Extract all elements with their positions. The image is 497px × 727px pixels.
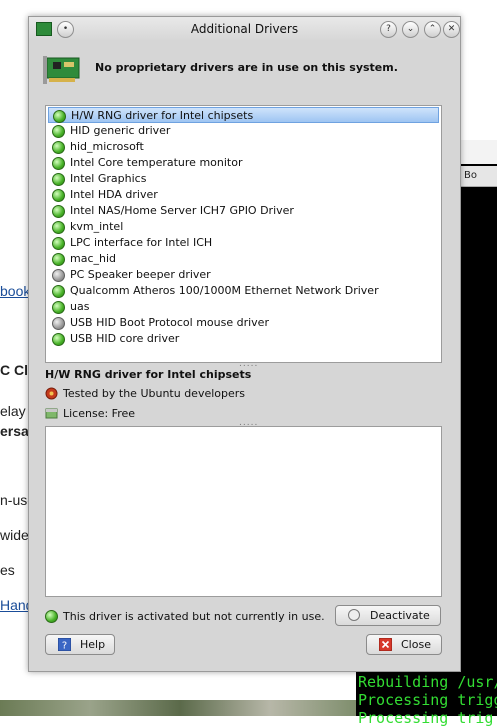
driver-status: This driver is activated but not current…: [45, 608, 345, 624]
help-question-icon[interactable]: ?: [380, 21, 397, 38]
help-label: Help: [80, 638, 106, 651]
driver-label: LPC interface for Intel ICH: [70, 236, 213, 249]
driver-row[interactable]: PC Speaker beeper driver: [48, 267, 439, 283]
driver-label: Intel NAS/Home Server ICH7 GPIO Driver: [70, 204, 294, 217]
driver-active-led-icon: [52, 285, 65, 298]
close-icon[interactable]: ✕: [443, 21, 460, 38]
background-text: wide: [0, 527, 29, 543]
status-led-icon: [45, 610, 58, 623]
driver-active-led-icon: [52, 237, 65, 250]
driver-inactive-led-icon: [52, 317, 65, 330]
driver-label: Intel HDA driver: [70, 188, 158, 201]
background-link[interactable]: book: [0, 283, 30, 299]
close-x-icon: [379, 638, 392, 651]
deactivate-label: Deactivate: [370, 609, 430, 622]
driver-label: USB HID core driver: [70, 332, 180, 345]
minimize-icon[interactable]: ⌄: [402, 21, 419, 38]
driver-active-led-icon: [53, 110, 66, 123]
driver-label: USB HID Boot Protocol mouse driver: [70, 316, 269, 329]
tested-text: Tested by the Ubuntu developers: [63, 387, 246, 400]
ubuntu-tested-icon: [45, 387, 58, 400]
driver-label: Intel Graphics: [70, 172, 147, 185]
maximize-icon[interactable]: ⌃: [424, 21, 441, 38]
driver-row[interactable]: uas: [48, 299, 439, 315]
additional-drivers-dialog: • Additional Drivers ? ⌄ ⌃ ✕ No propriet…: [28, 16, 461, 672]
driver-active-led-icon: [52, 157, 65, 170]
radio-circle-icon: [348, 609, 360, 621]
driver-active-led-icon: [52, 125, 65, 138]
detail-title: H/W RNG driver for Intel chipsets: [45, 368, 252, 381]
driver-row[interactable]: HID generic driver: [48, 123, 439, 139]
deactivate-button[interactable]: Deactivate: [335, 605, 441, 626]
driver-description: [45, 426, 442, 597]
driver-label: hid_microsoft: [70, 140, 144, 153]
driver-row[interactable]: Intel NAS/Home Server ICH7 GPIO Driver: [48, 203, 439, 219]
driver-active-led-icon: [52, 141, 65, 154]
driver-active-led-icon: [52, 301, 65, 314]
driver-row[interactable]: Qualcomm Atheros 100/1000M Ethernet Netw…: [48, 283, 439, 299]
driver-row[interactable]: USB HID Boot Protocol mouse driver: [48, 315, 439, 331]
driver-label: Qualcomm Atheros 100/1000M Ethernet Netw…: [70, 284, 379, 297]
driver-active-led-icon: [52, 253, 65, 266]
terminal-line: Processing trigg: [358, 691, 497, 710]
terminal-menu-bookmarks[interactable]: Bo: [464, 170, 477, 181]
license-text: License: Free: [63, 407, 136, 420]
driver-row[interactable]: LPC interface for Intel ICH: [48, 235, 439, 251]
driver-inactive-led-icon: [52, 269, 65, 282]
background-text: elay: [0, 403, 26, 419]
background-text: ersa: [0, 423, 29, 439]
driver-label: uas: [70, 300, 90, 313]
help-button[interactable]: ? Help: [45, 634, 115, 655]
driver-row[interactable]: H/W RNG driver for Intel chipsets: [48, 107, 439, 123]
driver-row[interactable]: Intel Graphics: [48, 171, 439, 187]
driver-active-led-icon: [52, 221, 65, 234]
driver-label: kvm_intel: [70, 220, 124, 233]
svg-text:?: ?: [62, 641, 67, 652]
close-button[interactable]: Close: [366, 634, 442, 655]
driver-row[interactable]: Intel HDA driver: [48, 187, 439, 203]
terminal-line: Rebuilding /usr/: [358, 673, 497, 692]
driver-label: PC Speaker beeper driver: [70, 268, 211, 281]
titlebar[interactable]: • Additional Drivers ? ⌄ ⌃ ✕: [29, 17, 460, 41]
pci-card-icon: [43, 56, 80, 84]
driver-active-led-icon: [52, 205, 65, 218]
driver-label: Intel Core temperature monitor: [70, 156, 243, 169]
driver-row[interactable]: hid_microsoft: [48, 139, 439, 155]
status-text: This driver is activated but not current…: [63, 610, 325, 623]
driver-row[interactable]: Intel Core temperature monitor: [48, 155, 439, 171]
driver-list[interactable]: H/W RNG driver for Intel chipsets HID gen…: [45, 105, 442, 363]
terminal-line: Processing trig: [358, 709, 494, 727]
proprietary-status-message: No proprietary drivers are in use on thi…: [95, 61, 398, 74]
license-icon: [45, 408, 58, 419]
driver-row[interactable]: mac_hid: [48, 251, 439, 267]
help-icon: ?: [58, 638, 71, 651]
driver-row[interactable]: kvm_intel: [48, 219, 439, 235]
desktop-wallpaper-strip: [0, 700, 360, 716]
driver-row[interactable]: USB HID core driver: [48, 331, 439, 347]
driver-active-led-icon: [52, 333, 65, 346]
driver-label: HID generic driver: [70, 124, 171, 137]
driver-active-led-icon: [52, 189, 65, 202]
driver-label: mac_hid: [70, 252, 117, 265]
close-label: Close: [401, 638, 431, 651]
background-text: es: [0, 562, 15, 578]
driver-label: H/W RNG driver for Intel chipsets: [71, 109, 254, 122]
driver-active-led-icon: [52, 173, 65, 186]
